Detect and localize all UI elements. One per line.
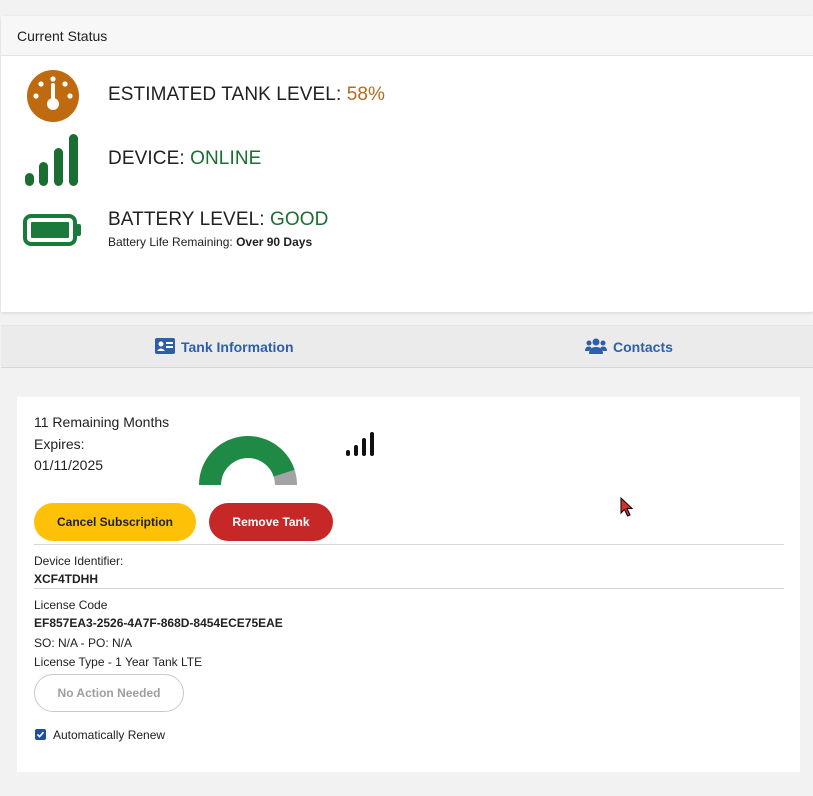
tab-contacts-label: Contacts: [613, 339, 673, 355]
license-code-value: EF857EA3-2526-4A7F-868D-8454ECE75EAE: [34, 616, 283, 630]
tank-level-label: ESTIMATED TANK LEVEL:: [108, 84, 347, 105]
status-header: Current Status: [1, 16, 813, 56]
battery-value: GOOD: [270, 209, 329, 230]
battery-life-label: Battery Life Remaining:: [108, 235, 237, 249]
device-identifier-value: XCF4TDHH: [34, 572, 99, 586]
id-card-icon: [155, 337, 175, 357]
expires-label: Expires:: [34, 436, 85, 452]
device-label: DEVICE:: [108, 148, 191, 169]
tab-tank-information-label: Tank Information: [181, 339, 294, 355]
auto-renew-checkbox[interactable]: [35, 729, 46, 740]
battery-icon: [23, 202, 83, 258]
battery-life-text: Battery Life Remaining: Over 90 Days: [108, 235, 312, 249]
auto-renew-label[interactable]: Automatically Renew: [53, 728, 165, 742]
battery-label: BATTERY LEVEL:: [108, 209, 271, 230]
check-icon: [36, 731, 45, 738]
mouse-cursor-icon: [620, 496, 634, 522]
so-po-text: SO: N/A - PO: N/A: [34, 636, 133, 650]
remaining-months: 11 Remaining Months: [34, 414, 170, 430]
battery-life-value: Over 90 Days: [236, 235, 313, 249]
tab-tank-information[interactable]: Tank Information: [155, 326, 294, 368]
tab-bar: Tank Information Contacts: [1, 325, 813, 368]
device-identifier-label: Device Identifier:: [34, 554, 124, 568]
cancel-subscription-button[interactable]: Cancel Subscription: [34, 503, 196, 541]
tab-contacts[interactable]: Contacts: [585, 326, 673, 368]
license-type-text: License Type - 1 Year Tank LTE: [34, 655, 203, 669]
license-code-label: License Code: [34, 598, 108, 612]
gauge-icon: [23, 68, 83, 124]
remove-tank-button[interactable]: Remove Tank: [209, 503, 333, 541]
device-signal-icon: [345, 431, 377, 462]
tank-level-text: ESTIMATED TANK LEVEL: 58%: [108, 84, 385, 106]
device-value: ONLINE: [190, 148, 262, 169]
current-status-card: Current Status ESTIMATED TANK LEVEL: 58%: [1, 16, 813, 312]
divider: [34, 588, 784, 589]
battery-status-text: BATTERY LEVEL: GOOD: [108, 209, 329, 231]
tank-information-panel: 11 Remaining Months Expires: 01/11/2025 …: [17, 397, 800, 772]
users-icon: [585, 338, 607, 357]
tank-level-value: 58%: [346, 84, 386, 105]
divider: [34, 544, 784, 545]
signal-bars-icon: [23, 132, 83, 188]
subscription-gauge: [197, 433, 299, 492]
expires-date: 01/11/2025: [34, 457, 104, 473]
no-action-needed-button[interactable]: No Action Needed: [34, 674, 184, 712]
device-status-text: DEVICE: ONLINE: [108, 148, 261, 170]
